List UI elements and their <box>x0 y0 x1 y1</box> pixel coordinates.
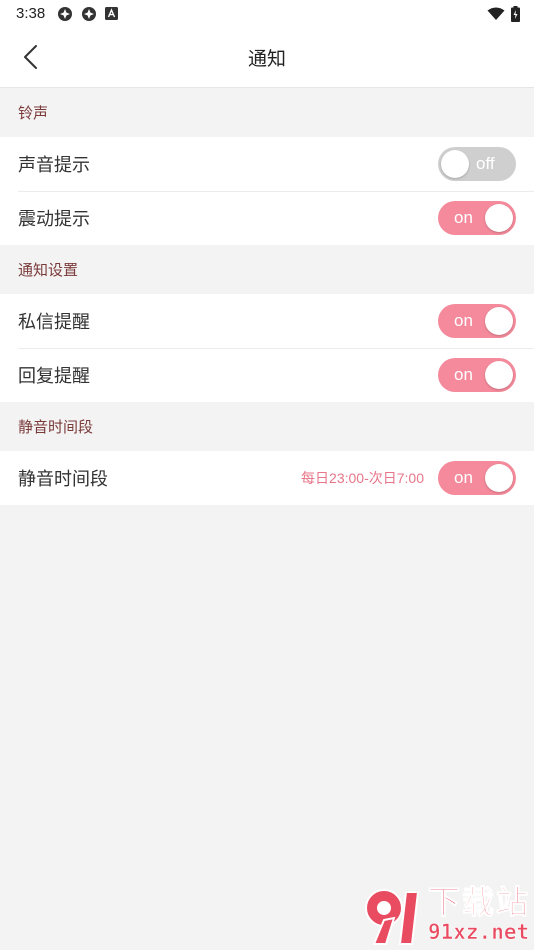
toggle-text: on <box>454 468 473 487</box>
toggle-knob <box>441 150 469 178</box>
settings-gear-icon <box>82 6 97 21</box>
settings-row-quiet-hours[interactable]: 静音时间段 每日23:00-次日7:00 on <box>0 451 534 505</box>
row-label: 静音时间段 <box>18 469 108 490</box>
watermark-cn: 下载站 <box>427 883 530 921</box>
toggle-knob <box>485 361 513 389</box>
quiet-hours-range[interactable]: 每日23:00-次日7:00 <box>301 468 424 488</box>
settings-gear-icon <box>58 6 73 21</box>
settings-row-reply: 回复提醒 on <box>0 348 534 402</box>
row-label: 回复提醒 <box>18 366 90 387</box>
sound-toggle[interactable]: off <box>438 147 516 181</box>
a-badge-icon <box>105 7 119 20</box>
back-arrow-icon[interactable] <box>18 43 46 71</box>
watermark-en: 91xz.net <box>427 920 530 945</box>
reply-toggle[interactable]: on <box>438 358 516 392</box>
toggle-knob <box>485 464 513 492</box>
status-time: 3:38 <box>16 5 46 22</box>
page-header: 通知 <box>0 27 534 88</box>
toggle-knob <box>485 307 513 335</box>
watermark-logo-icon <box>364 889 420 945</box>
battery-icon <box>511 5 520 22</box>
toggle-text: on <box>454 311 473 330</box>
page-title: 通知 <box>247 47 286 70</box>
toggle-text: on <box>454 208 473 227</box>
row-label: 私信提醒 <box>18 312 90 333</box>
watermark: 下载站 91xz.net <box>359 878 534 950</box>
toggle-text: off <box>476 154 495 173</box>
status-right-icons <box>487 5 520 22</box>
row-label: 声音提示 <box>18 155 90 176</box>
toggle-knob <box>485 204 513 232</box>
settings-row-private-message: 私信提醒 on <box>0 294 534 348</box>
settings-row-sound: 声音提示 off <box>0 137 534 191</box>
vibrate-toggle[interactable]: on <box>438 201 516 235</box>
status-bar: 3:38 <box>0 0 534 27</box>
section-header-ringtone: 铃声 <box>0 88 534 137</box>
wifi-icon <box>487 7 505 20</box>
quiet-hours-toggle[interactable]: on <box>438 461 516 495</box>
section-header-quiet-hours: 静音时间段 <box>0 402 534 451</box>
watermark-text: 下载站 91xz.net <box>427 883 530 945</box>
private-message-toggle[interactable]: on <box>438 304 516 338</box>
toggle-text: on <box>454 365 473 384</box>
row-label: 震动提示 <box>18 209 90 230</box>
section-header-notification-settings: 通知设置 <box>0 245 534 294</box>
settings-row-vibrate: 震动提示 on <box>0 191 534 245</box>
status-left-icons <box>57 6 119 22</box>
